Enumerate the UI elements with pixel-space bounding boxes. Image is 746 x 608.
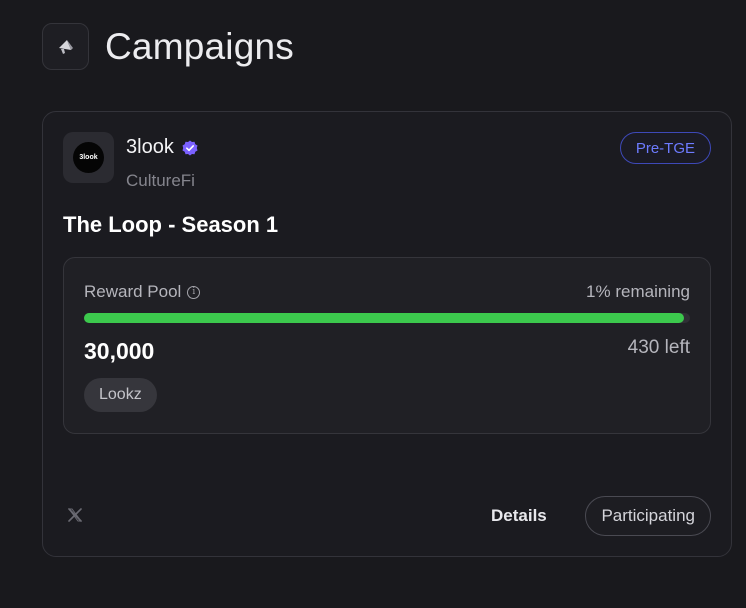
reward-progress-bar: [84, 313, 690, 323]
campaign-card[interactable]: 3look 3look CultureFi Pre-TGE The Loop -…: [42, 111, 732, 557]
campaign-title[interactable]: The Loop - Season 1: [63, 212, 278, 238]
project-name: 3look: [126, 136, 174, 158]
participating-button[interactable]: Participating: [585, 496, 711, 536]
project-logo-mark: 3look: [73, 142, 104, 173]
reward-pool-panel: Reward Pool i 1% remaining 30,000 430 le…: [63, 257, 711, 434]
project-name-row: 3look: [126, 136, 198, 159]
page-title: Campaigns: [105, 25, 294, 67]
reward-pool-label: Reward Pool: [84, 282, 182, 301]
reward-progress-fill: [84, 313, 684, 323]
status-badge: Pre-TGE: [619, 132, 711, 164]
reward-pool-label-row: Reward Pool i: [84, 282, 201, 302]
reward-pool-amount: 30,000: [84, 338, 155, 364]
project-category: CultureFi: [126, 171, 195, 190]
page-header: Campaigns: [42, 23, 294, 70]
verified-badge-icon: [182, 140, 198, 155]
megaphone-icon: [42, 23, 89, 70]
x-icon[interactable]: [67, 507, 83, 523]
info-icon[interactable]: i: [187, 285, 201, 299]
details-button[interactable]: Details: [477, 496, 561, 536]
project-logo: 3look: [63, 132, 114, 183]
token-chip: Lookz: [84, 378, 157, 412]
reward-left-text: 430 left: [627, 337, 690, 358]
remaining-text: 1% remaining: [586, 282, 690, 301]
